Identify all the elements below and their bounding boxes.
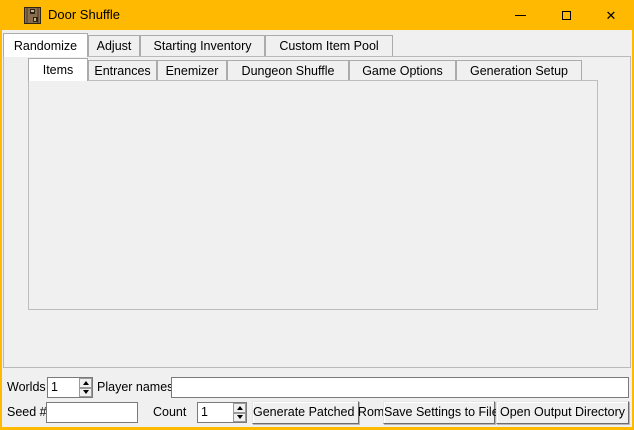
maximize-button[interactable] (543, 0, 589, 30)
arrow-down-icon (83, 390, 89, 394)
close-button[interactable]: ✕ (588, 0, 634, 30)
titlebar[interactable]: Door Shuffle ✕ (0, 0, 634, 30)
tab-custom-item-pool[interactable]: Custom Item Pool (265, 35, 393, 56)
count-spin-down-button[interactable] (233, 413, 246, 423)
door-shuffle-window: Door Shuffle ✕ Randomize Adjust Starting… (0, 0, 634, 430)
player-names-input[interactable] (171, 377, 629, 398)
tab-dungeon-shuffle[interactable]: Dungeon Shuffle (227, 60, 349, 80)
close-icon: ✕ (606, 9, 617, 22)
tab-starting-inventory[interactable]: Starting Inventory (140, 35, 265, 56)
tab-randomize[interactable]: Randomize (3, 33, 88, 57)
worlds-spinner[interactable]: 1 (47, 377, 93, 398)
open-output-directory-button[interactable]: Open Output Directory (496, 401, 629, 424)
items-panel (28, 80, 598, 310)
count-spinner[interactable]: 1 (197, 402, 247, 423)
tab-items[interactable]: Items (28, 58, 88, 81)
tab-enemizer[interactable]: Enemizer (157, 60, 227, 80)
door-app-icon (24, 7, 41, 24)
minimize-button[interactable] (497, 0, 543, 30)
minimize-icon (515, 15, 526, 16)
worlds-value: 1 (48, 378, 79, 397)
arrow-down-icon (237, 415, 243, 419)
maximize-icon (562, 11, 571, 20)
arrow-up-icon (83, 381, 89, 385)
tab-adjust[interactable]: Adjust (88, 35, 140, 56)
tab-generation-setup[interactable]: Generation Setup (456, 60, 582, 80)
seed-input[interactable] (46, 402, 138, 423)
tab-game-options[interactable]: Game Options (349, 60, 456, 80)
worlds-spin-up-button[interactable] (79, 378, 92, 388)
seed-label: Seed # (7, 402, 47, 423)
count-spin-up-button[interactable] (233, 403, 246, 413)
save-settings-button[interactable]: Save Settings to File (383, 401, 495, 424)
arrow-up-icon (237, 406, 243, 410)
generate-patched-rom-button[interactable]: Generate Patched Rom (252, 401, 359, 424)
window-title: Door Shuffle (48, 0, 120, 30)
player-names-label: Player names (97, 377, 173, 398)
count-value: 1 (198, 403, 233, 422)
worlds-label: Worlds (7, 377, 46, 398)
tab-entrances[interactable]: Entrances (88, 60, 157, 80)
worlds-spin-down-button[interactable] (79, 388, 92, 398)
count-label: Count (153, 402, 186, 423)
